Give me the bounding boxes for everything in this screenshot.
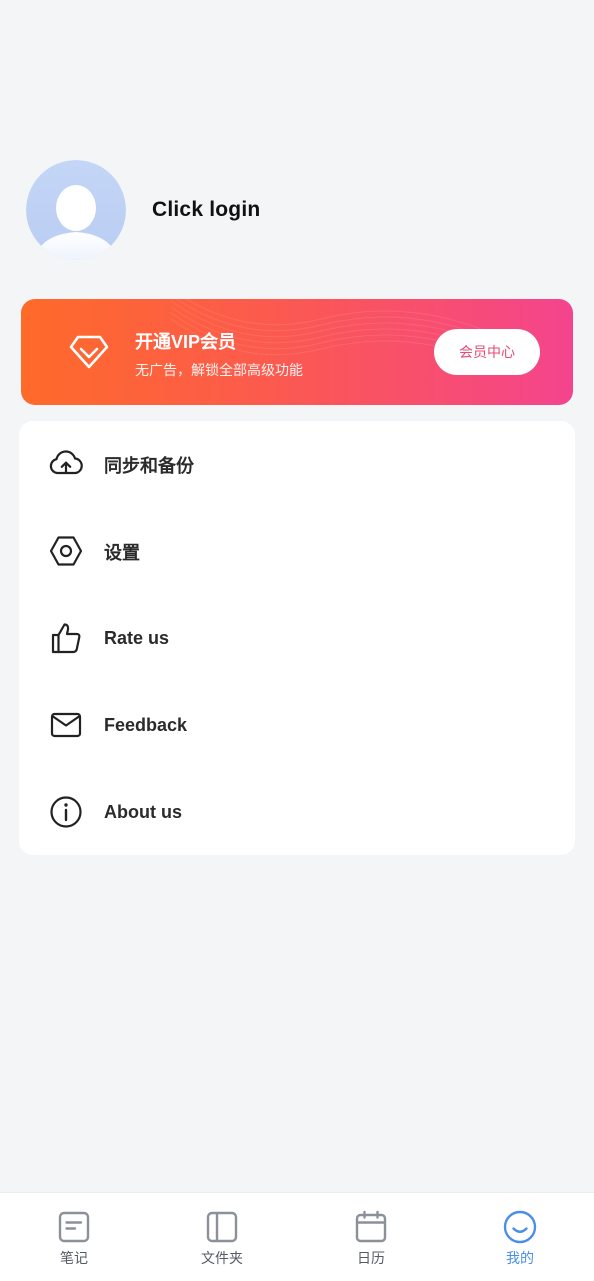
menu-item-about-us[interactable]: About us [19, 769, 575, 856]
bottom-tab-bar: 笔记 文件夹 日历 我的 [0, 1192, 594, 1281]
tab-label: 文件夹 [201, 1250, 243, 1266]
tab-label: 日历 [357, 1250, 385, 1266]
avatar[interactable] [26, 160, 126, 260]
smile-face-icon [503, 1210, 537, 1244]
menu-item-feedback[interactable]: Feedback [19, 682, 575, 769]
tab-mine[interactable]: 我的 [446, 1193, 594, 1281]
menu-item-settings[interactable]: 设置 [19, 508, 575, 595]
vip-subtitle: 无广告，解锁全部高级功能 [135, 362, 303, 378]
info-icon [50, 796, 82, 828]
menu-label: Rate us [104, 628, 170, 648]
tab-calendar[interactable]: 日历 [297, 1193, 445, 1281]
member-center-button[interactable]: 会员中心 [434, 329, 540, 375]
settings-hexagon-icon [49, 536, 83, 566]
mail-icon [50, 712, 82, 738]
login-link[interactable]: Click login [152, 198, 260, 222]
thumbs-up-icon [51, 623, 81, 654]
tab-folders[interactable]: 文件夹 [148, 1193, 296, 1281]
menu-item-rate-us[interactable]: Rate us [19, 595, 575, 682]
menu-label: About us [104, 802, 182, 822]
menu-card: 同步和备份 设置 Rate us Feedback About us [19, 421, 575, 855]
tab-label: 笔记 [60, 1250, 88, 1266]
menu-label: Feedback [104, 715, 188, 735]
vip-banner[interactable]: 开通VIP会员 无广告，解锁全部高级功能 会员中心 [21, 299, 573, 405]
menu-label: 同步和备份 [104, 455, 194, 476]
folder-panel-icon [206, 1211, 238, 1243]
menu-label: 设置 [104, 542, 140, 563]
cloud-upload-icon [49, 450, 83, 475]
tab-notes[interactable]: 笔记 [0, 1193, 148, 1281]
menu-item-sync-backup[interactable]: 同步和备份 [19, 421, 575, 508]
calendar-icon [355, 1210, 387, 1243]
diamond-icon [69, 335, 109, 369]
vip-title: 开通VIP会员 [135, 332, 237, 352]
tab-label: 我的 [506, 1250, 534, 1266]
profile-header[interactable]: Click login [26, 160, 260, 260]
note-icon [58, 1211, 90, 1243]
